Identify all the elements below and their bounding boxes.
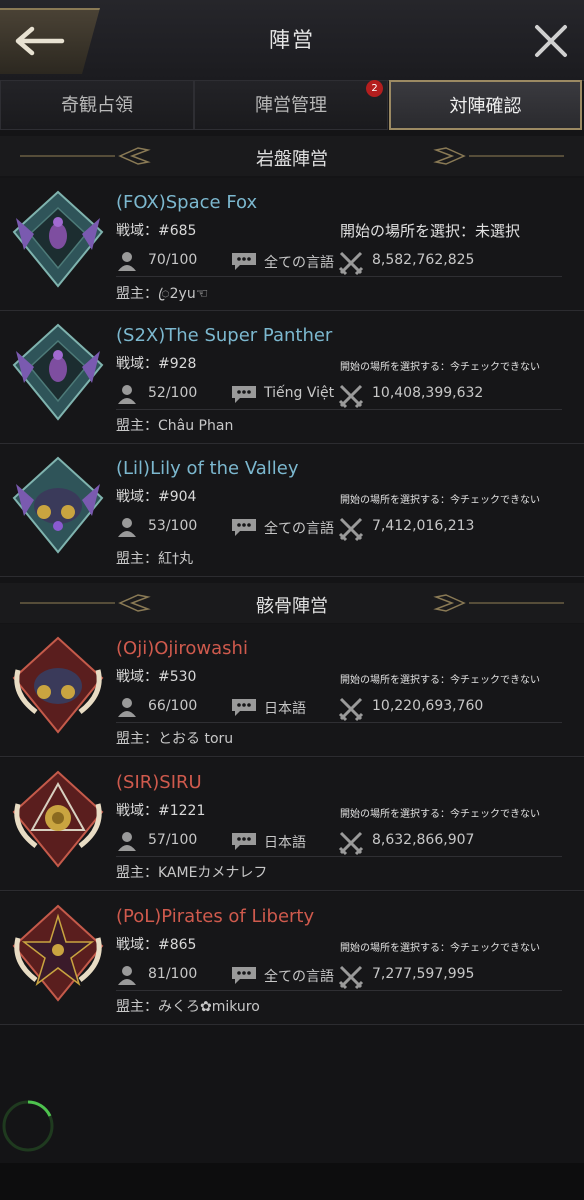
ornament-right-icon — [433, 147, 564, 165]
leader-name: 盟主：KAMEカメナレフ — [116, 865, 268, 881]
member-count: 66/100 — [148, 698, 198, 714]
language-icon — [232, 386, 256, 403]
alliance-name: (S2X)The Super Panther — [116, 325, 333, 346]
alliance-name: (SIR)SIRU — [116, 772, 202, 793]
language-icon — [232, 967, 256, 984]
top-bar: 陣営 — [0, 0, 584, 81]
notification-badge: 2 — [366, 80, 383, 97]
alliance-stats: 52/100 Tiếng Việt 10,408,399,632 — [116, 377, 562, 410]
section-header-bedrock: 岩盤陣営 — [0, 136, 584, 176]
alliance-emblem-icon — [12, 636, 104, 734]
alliance-stats: 66/100 日本語 10,220,693,760 — [116, 690, 562, 723]
member-count: 70/100 — [148, 252, 198, 268]
combat-power: 10,220,693,760 — [372, 698, 484, 714]
start-location: 開始の場所を選択する：今チェックできない — [340, 362, 540, 373]
close-icon — [535, 25, 567, 57]
language: 日本語 — [264, 835, 306, 851]
language: Tiếng Việt — [264, 385, 335, 401]
language-icon — [232, 699, 256, 716]
alliance-stats: 53/100 全ての言語 7,412,016,213 — [116, 510, 562, 542]
leader-name: 盟主：Châu Phan — [116, 418, 234, 434]
server-number: 戦域：#865 — [116, 937, 197, 953]
member-count: 57/100 — [148, 832, 198, 848]
crossed-swords-icon — [338, 831, 364, 856]
alliance-name: (Oji)Ojirowashi — [116, 638, 248, 659]
start-location: 開始の場所を選択する：今チェックできない — [340, 675, 540, 686]
language: 日本語 — [264, 701, 306, 717]
server-number: 戦域：#1221 — [116, 803, 206, 819]
combat-power: 8,582,762,825 — [372, 252, 475, 268]
crossed-swords-icon — [338, 384, 364, 409]
crossed-swords-icon — [338, 965, 364, 990]
language: 全ての言語 — [264, 521, 334, 537]
start-location: 開始の場所を選択する：今チェックできない — [340, 943, 540, 954]
start-location: 開始の場所を選択する：今チェックできない — [340, 495, 540, 506]
alliance-emblem-icon — [12, 770, 104, 868]
language-icon — [232, 833, 256, 850]
server-number: 戦域：#530 — [116, 669, 197, 685]
tab-wonder-occupation[interactable]: 奇観占領 — [0, 80, 194, 130]
crossed-swords-icon — [338, 697, 364, 722]
members-icon — [118, 385, 136, 404]
alliance-name: (PoL)Pirates of Liberty — [116, 906, 315, 927]
members-icon — [118, 966, 136, 985]
leader-name: 盟主：ꦿ2yu☜ — [116, 286, 209, 302]
section-header-skeleton: 骸骨陣営 — [0, 583, 584, 623]
leader-name: 盟主：とおる toru — [116, 731, 234, 747]
combat-power: 10,408,399,632 — [372, 385, 484, 401]
members-icon — [118, 832, 136, 851]
page-title: 陣営 — [269, 28, 315, 52]
combat-power: 8,632,866,907 — [372, 832, 475, 848]
alliance-row[interactable]: (Oji)Ojirowashi 戦域：#530 開始の場所を選択する：今チェック… — [0, 624, 584, 757]
alliance-row[interactable]: (PoL)Pirates of Liberty 戦域：#865 開始の場所を選択… — [0, 892, 584, 1025]
server-number: 戦域：#685 — [116, 223, 197, 239]
combat-power: 7,277,597,995 — [372, 966, 475, 982]
alliance-stats: 70/100 全ての言語 8,582,762,825 — [116, 244, 562, 277]
crossed-swords-icon — [338, 517, 364, 542]
start-location: 開始の場所を選択：未選択 — [340, 222, 521, 240]
alliance-emblem-icon — [12, 904, 104, 1002]
alliance-row[interactable]: (FOX)Space Fox 戦域：#685 開始の場所を選択：未選択 70/1… — [0, 178, 584, 311]
alliance-row[interactable]: (SIR)SIRU 戦域：#1221 開始の場所を選択する：今チェックできない … — [0, 758, 584, 891]
alliance-stats: 81/100 全ての言語 7,277,597,995 — [116, 958, 562, 991]
tab-bar: 奇観占領 陣営管理 対陣確認 — [0, 80, 584, 132]
member-count: 81/100 — [148, 966, 198, 982]
language-icon — [232, 519, 256, 536]
bottom-bar — [0, 1163, 584, 1200]
server-number: 戦域：#904 — [116, 489, 197, 505]
alliance-emblem-icon — [12, 323, 104, 421]
alliance-emblem-icon — [12, 190, 104, 288]
tab-faction-management[interactable]: 陣営管理 — [194, 80, 388, 130]
alliance-stats: 57/100 日本語 8,632,866,907 — [116, 824, 562, 857]
member-count: 52/100 — [148, 385, 198, 401]
language: 全ての言語 — [264, 255, 334, 271]
alliance-name: (FOX)Space Fox — [116, 192, 258, 213]
alliance-row[interactable]: (Lil)Lily of the Valley 戦域：#904 開始の場所を選択… — [0, 444, 584, 577]
members-icon — [118, 698, 136, 717]
server-number: 戦域：#928 — [116, 356, 197, 372]
combat-power: 7,412,016,213 — [372, 518, 475, 534]
ornament-right-icon — [433, 594, 564, 612]
member-count: 53/100 — [148, 518, 198, 534]
leader-name: 盟主：紅†丸 — [116, 551, 193, 567]
tab-matchup-check[interactable]: 対陣確認 — [389, 80, 582, 130]
alliance-emblem-icon — [12, 456, 104, 554]
loading-ring-icon — [2, 1100, 54, 1152]
leader-name: 盟主：みくろ✿mikuro — [116, 999, 260, 1015]
language-icon — [232, 253, 256, 270]
alliance-row[interactable]: (S2X)The Super Panther 戦域：#928 開始の場所を選択す… — [0, 311, 584, 444]
alliance-name: (Lil)Lily of the Valley — [116, 458, 299, 479]
crossed-swords-icon — [338, 251, 364, 276]
start-location: 開始の場所を選択する：今チェックできない — [340, 809, 540, 820]
language: 全ての言語 — [264, 969, 334, 985]
members-icon — [118, 518, 136, 537]
close-button[interactable] — [532, 22, 570, 60]
members-icon — [118, 252, 136, 271]
